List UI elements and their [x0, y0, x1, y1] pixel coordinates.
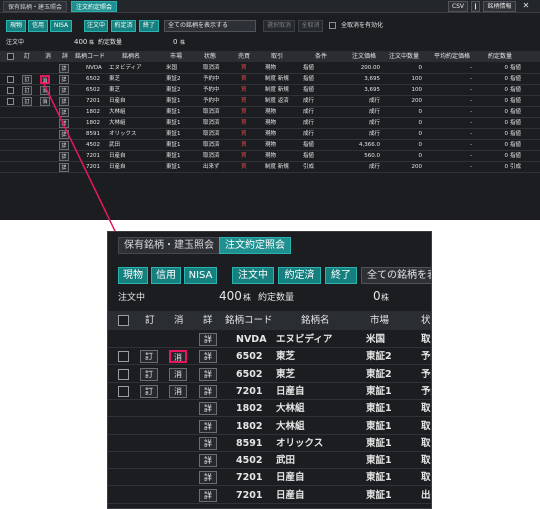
- cell-market: 東証1: [366, 489, 392, 501]
- cell-status: 取消済: [421, 455, 431, 467]
- cell-name: オリックス: [276, 437, 324, 449]
- cell-name: エヌビディア: [276, 334, 333, 345]
- cell-name: 東芝: [276, 368, 296, 380]
- cell-market: 米国: [366, 334, 386, 345]
- table-row: 訂消詳 7201 日産自 東証1 予約中: [108, 383, 431, 400]
- cancel-button[interactable]: 消: [169, 384, 187, 398]
- col-market-zoom: 市場: [370, 315, 390, 326]
- cell-code: 1802: [236, 403, 263, 415]
- cell-status: 取消済: [421, 334, 431, 345]
- table-row: 詳 8591 オリックス 東証1 取消済: [108, 435, 431, 452]
- cell-status: 予約中: [421, 368, 431, 380]
- cell-market: 東証2: [366, 368, 392, 380]
- col-name-zoom: 銘柄名: [301, 315, 330, 326]
- filter-nisa-button-zoom[interactable]: NISA: [184, 267, 217, 284]
- table-row: 詳 4502 武田 東証1 取消済: [108, 452, 431, 470]
- cell-market: 東証1: [366, 437, 392, 449]
- detail-button[interactable]: 詳: [199, 367, 217, 381]
- filter-ordering-button-zoom[interactable]: 注文中: [232, 267, 274, 284]
- cell-status: 取消済: [421, 403, 431, 415]
- correct-button[interactable]: 訂: [140, 367, 158, 381]
- col-code-zoom: 銘柄コード: [225, 315, 273, 326]
- detail-button[interactable]: 詳: [199, 471, 217, 485]
- exec-qty-label-zoom: 約定数量: [258, 293, 295, 303]
- cell-code: 6502: [236, 351, 263, 363]
- cell-name: 武田: [276, 455, 296, 467]
- col-correct-zoom: 訂: [145, 315, 155, 326]
- exec-qty-value-zoom: 0: [373, 289, 381, 303]
- detail-button[interactable]: 詳: [199, 419, 217, 433]
- table-row: 訂消詳 6502 東芝 東証2 予約中: [108, 348, 431, 366]
- filter-margin-button-zoom[interactable]: 信用: [151, 267, 181, 284]
- cancel-button[interactable]: 消: [169, 367, 187, 381]
- cell-market: 東証1: [366, 385, 392, 397]
- detail-button[interactable]: 詳: [199, 384, 217, 398]
- cell-code: 7201: [236, 472, 263, 484]
- cell-market: 東証1: [366, 403, 392, 415]
- cell-code: 6502: [236, 368, 263, 380]
- table-header-zoom: 訂 消 詳 銘柄コード 銘柄名 市場 状態: [108, 311, 431, 330]
- row-checkbox[interactable]: [118, 385, 129, 397]
- row-checkbox[interactable]: [118, 368, 129, 380]
- ordering-value-zoom: 400: [219, 289, 242, 303]
- table-row: 詳 1802 大林組 東証1 取消済: [108, 400, 431, 418]
- cell-status: 取消済: [421, 437, 431, 449]
- cell-code: 4502: [236, 455, 263, 467]
- cancel-button[interactable]: 消: [169, 350, 187, 364]
- ordering-label-zoom: 注文中: [118, 293, 146, 303]
- table-row: 詳 7201 日産自 東証1 出来ず: [108, 487, 431, 504]
- ordering-unit-zoom: 株: [243, 293, 251, 302]
- table-row: 詳 7201 日産自 東証1 取消済: [108, 469, 431, 487]
- cell-status: 取消済: [421, 472, 431, 484]
- table-row: 訂消詳 6502 東芝 東証2 予約中: [108, 366, 431, 383]
- detail-button[interactable]: 詳: [199, 436, 217, 450]
- cell-code: 8591: [236, 437, 263, 449]
- filter-executed-button-zoom[interactable]: 約定済: [278, 267, 321, 284]
- correct-button[interactable]: 訂: [140, 350, 158, 364]
- row-checkbox[interactable]: [118, 351, 129, 363]
- detail-button[interactable]: 詳: [199, 402, 217, 416]
- tab-holdings-zoom[interactable]: 保有銘柄・建玉照会: [118, 237, 220, 254]
- col-detail-zoom: 詳: [203, 315, 213, 326]
- col-cancel-zoom: 消: [174, 315, 184, 326]
- cell-code: NVDA: [236, 334, 267, 345]
- cell-name: 大林組: [276, 403, 305, 415]
- cell-code: 1802: [236, 420, 263, 432]
- table-row: 詳 NVDA エヌビディア 米国 取消済: [108, 331, 431, 348]
- cell-name: 日産自: [276, 472, 305, 484]
- zoomed-order-panel: 保有銘柄・建玉照会 注文約定照会 現物 信用 NISA 注文中 約定済 終了 全…: [107, 231, 432, 509]
- cell-name: 大林組: [276, 420, 305, 432]
- filter-finished-button-zoom[interactable]: 終了: [325, 267, 357, 284]
- cell-status: 取消済: [421, 420, 431, 432]
- table-row: 詳 1802 大林組 東証1 取消済: [108, 418, 431, 435]
- cell-market: 東証1: [366, 472, 392, 484]
- correct-button[interactable]: 訂: [140, 384, 158, 398]
- exec-qty-unit-zoom: 株: [381, 293, 389, 302]
- cell-name: 日産自: [276, 489, 305, 501]
- cell-market: 東証1: [366, 420, 392, 432]
- cell-market: 東証1: [366, 455, 392, 467]
- filter-spot-button-zoom[interactable]: 現物: [118, 267, 148, 284]
- cell-market: 東証2: [366, 351, 392, 363]
- col-status-zoom: 状態: [421, 315, 431, 326]
- detail-button[interactable]: 詳: [199, 488, 217, 502]
- tab-orders-zoom[interactable]: 注文約定照会: [219, 237, 291, 254]
- cell-status: 出来ず: [421, 489, 431, 501]
- stock-filter-select-zoom[interactable]: 全ての銘柄を表: [361, 267, 431, 284]
- detail-button[interactable]: 詳: [199, 454, 217, 468]
- cell-status: 予約中: [421, 385, 431, 397]
- cell-name: 日産自: [276, 385, 305, 397]
- cell-name: 東芝: [276, 351, 296, 363]
- cell-code: 7201: [236, 385, 263, 397]
- detail-button[interactable]: 詳: [199, 350, 217, 364]
- select-all-checkbox-zoom[interactable]: [118, 315, 129, 326]
- cell-status: 予約中: [421, 351, 431, 363]
- detail-button[interactable]: 詳: [199, 333, 217, 346]
- cell-code: 7201: [236, 489, 263, 501]
